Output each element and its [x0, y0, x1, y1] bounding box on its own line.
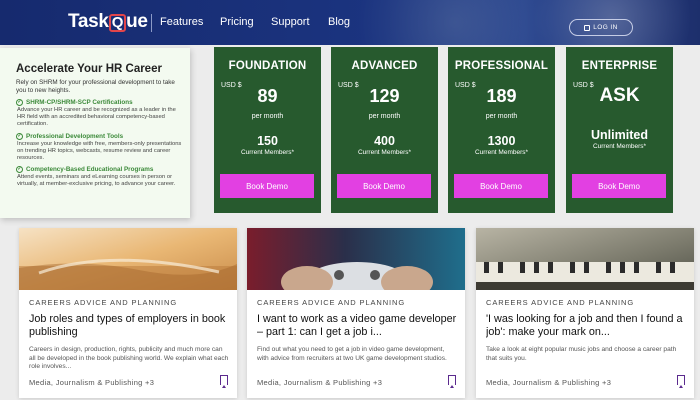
- top-navbar: Task Que Features Pricing Support Blog LO…: [0, 0, 700, 45]
- article-description: Find out what you need to get a job in v…: [257, 346, 447, 362]
- article-category: CAREERS ADVICE AND PLANNING: [257, 298, 406, 307]
- plan-card-advanced: ADVANCED USD $ 129 per month 400 Current…: [331, 47, 438, 213]
- plan-card-professional: PROFESSIONAL USD $ 189 per month 1300 Cu…: [448, 47, 555, 213]
- nav-pricing[interactable]: Pricing: [220, 16, 254, 28]
- check-icon: ✓: [16, 132, 23, 140]
- bookmark-icon[interactable]: [220, 375, 228, 388]
- article-image-books[interactable]: [19, 228, 237, 290]
- promo-item: ✓ Professional Development Tools Increase…: [16, 132, 182, 162]
- logo-divider: [151, 14, 152, 32]
- plan-price: 89: [257, 86, 278, 106]
- article-category: CAREERS ADVICE AND PLANNING: [29, 298, 178, 307]
- plan-price: 129: [369, 86, 400, 106]
- article-tags: Media, Journalism & Publishing +3: [486, 378, 612, 387]
- plan-card-foundation: FOUNDATION USD $ 89 per month 150 Curren…: [214, 47, 321, 213]
- logo-q-mark: Q: [108, 14, 127, 32]
- article-image-piano[interactable]: [476, 228, 694, 290]
- article-tags: Media, Journalism & Publishing +3: [257, 378, 383, 387]
- check-icon: ✓: [16, 166, 23, 174]
- article-card[interactable]: CAREERS ADVICE AND PLANNING I want to wo…: [247, 228, 465, 398]
- promo-title: Accelerate Your HR Career: [16, 63, 162, 75]
- book-demo-button[interactable]: Book Demo: [572, 174, 666, 198]
- nav-blog[interactable]: Blog: [328, 16, 350, 28]
- book-demo-button[interactable]: Book Demo: [220, 174, 314, 198]
- promo-intro: Rely on SHRM for your professional devel…: [16, 79, 175, 94]
- login-button[interactable]: LOG IN: [569, 19, 633, 36]
- article-card[interactable]: CAREERS ADVICE AND PLANNING 'I was looki…: [476, 228, 694, 398]
- hr-career-promo: Accelerate Your HR Career Rely on SHRM f…: [0, 48, 190, 218]
- article-title[interactable]: Job roles and types of employers in book…: [29, 313, 229, 339]
- bookmark-icon[interactable]: [677, 375, 685, 388]
- bookmark-icon[interactable]: [448, 375, 456, 388]
- login-icon: [584, 24, 591, 31]
- promo-item: ✓ Competency-Based Educational Programs A…: [16, 166, 176, 188]
- article-description: Careers in design, production, rights, p…: [29, 346, 229, 370]
- article-tags: Media, Journalism & Publishing +3: [29, 378, 155, 387]
- article-description: Take a look at eight popular music jobs …: [486, 346, 677, 362]
- plan-card-enterprise: ENTERPRISE USD $ ASK Unlimited Current M…: [566, 47, 673, 213]
- header-background-art: [350, 0, 700, 45]
- taskque-logo[interactable]: Task Que: [68, 11, 148, 33]
- book-demo-button[interactable]: Book Demo: [337, 174, 431, 198]
- book-demo-button[interactable]: Book Demo: [454, 174, 548, 198]
- nav-features[interactable]: Features: [160, 16, 203, 28]
- article-card[interactable]: CAREERS ADVICE AND PLANNING Job roles an…: [19, 228, 237, 398]
- promo-item: ✓ SHRM-CP/SHRM-SCP Certifications Advance…: [16, 99, 176, 128]
- check-icon: ✓: [16, 99, 23, 106]
- article-image-game-controller[interactable]: [247, 228, 465, 290]
- article-title[interactable]: 'I was looking for a job and then I foun…: [486, 313, 686, 339]
- plan-price: 189: [486, 86, 517, 106]
- article-title[interactable]: I want to work as a video game developer…: [257, 313, 457, 339]
- article-category: CAREERS ADVICE AND PLANNING: [486, 298, 635, 307]
- nav-support[interactable]: Support: [271, 16, 310, 28]
